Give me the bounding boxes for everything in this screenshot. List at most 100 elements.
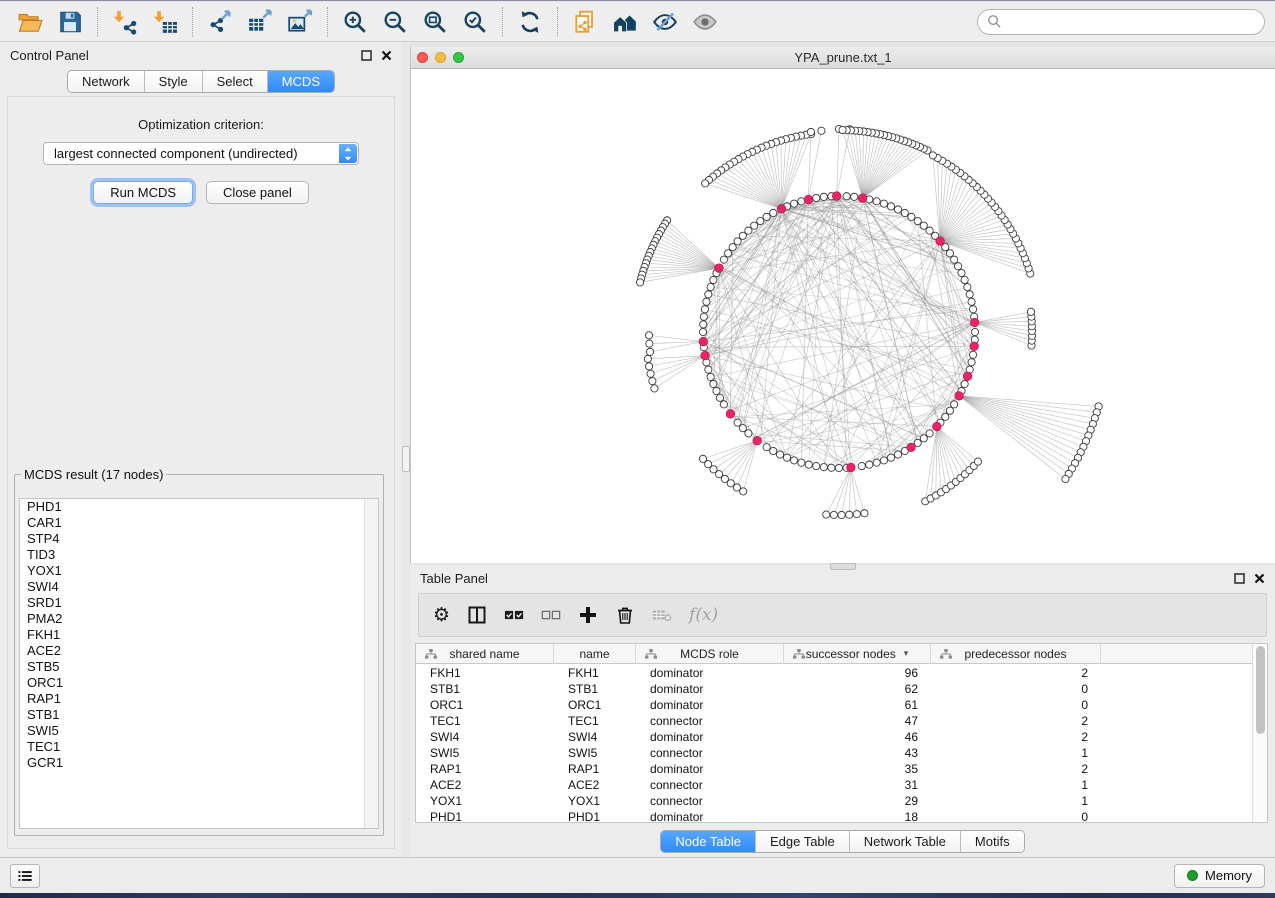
mcds-result-item[interactable]: RAP1 — [20, 691, 364, 707]
mcds-network-node[interactable] — [701, 351, 710, 360]
automation-panel-button[interactable] — [10, 864, 40, 888]
column-header-successor-nodes[interactable]: successor nodes▾ — [784, 644, 931, 664]
network-node[interactable] — [763, 444, 770, 451]
mcds-network-node[interactable] — [832, 192, 841, 201]
network-node[interactable] — [929, 152, 936, 159]
network-node[interactable] — [961, 276, 968, 283]
cell-mcds-role[interactable]: connector — [636, 777, 784, 793]
network-node[interactable] — [828, 464, 835, 471]
create-column-button[interactable] — [578, 605, 598, 625]
mcds-result-item[interactable]: CAR1 — [20, 515, 364, 531]
deselect-all-columns-button[interactable] — [541, 605, 561, 625]
network-node[interactable] — [646, 348, 653, 355]
mcds-network-node[interactable] — [847, 463, 856, 472]
network-node[interactable] — [645, 363, 652, 370]
mcds-result-item[interactable]: ORC1 — [20, 675, 364, 691]
column-header-shared-name[interactable]: shared name — [416, 644, 554, 664]
select-all-columns-button[interactable] — [504, 605, 524, 625]
window-close-button[interactable] — [417, 52, 428, 63]
network-node[interactable] — [823, 511, 830, 518]
export-image-button[interactable] — [280, 6, 320, 38]
cell-successor-nodes[interactable]: 29 — [784, 793, 931, 809]
network-node[interactable] — [805, 461, 812, 468]
network-node[interactable] — [887, 454, 894, 461]
cell-successor-nodes[interactable]: 43 — [784, 745, 931, 761]
tab-network-table[interactable]: Network Table — [850, 831, 961, 852]
cell-shared-name[interactable]: STB1 — [416, 681, 554, 697]
cell-predecessor-nodes[interactable]: 1 — [931, 793, 1101, 809]
network-node[interactable] — [813, 194, 820, 201]
network-node[interactable] — [813, 462, 820, 469]
tab-motifs[interactable]: Motifs — [961, 831, 1024, 852]
cell-mcds-role[interactable]: connector — [636, 745, 784, 761]
close-panel-icon[interactable] — [381, 50, 392, 61]
cell-successor-nodes[interactable]: 31 — [784, 777, 931, 793]
table-row[interactable]: STB1STB1dominator620 — [416, 681, 1252, 697]
network-node[interactable] — [651, 385, 658, 392]
cell-successor-nodes[interactable]: 62 — [784, 681, 931, 697]
network-node[interactable] — [846, 511, 853, 518]
mcds-result-item[interactable]: FKH1 — [20, 627, 364, 643]
table-row[interactable]: RAP1RAP1dominator352 — [416, 761, 1252, 777]
network-node[interactable] — [968, 359, 975, 366]
import-network-button[interactable] — [105, 6, 145, 38]
mcds-network-node[interactable] — [936, 237, 945, 246]
network-node[interactable] — [700, 321, 707, 328]
network-node[interactable] — [740, 488, 747, 495]
network-node[interactable] — [807, 128, 814, 135]
mcds-result-item[interactable]: PHD1 — [20, 499, 364, 515]
tab-select[interactable]: Select — [203, 71, 268, 92]
cell-mcds-role[interactable]: dominator — [636, 729, 784, 745]
window-zoom-button[interactable] — [453, 52, 464, 63]
cell-name[interactable]: ACE2 — [554, 777, 636, 793]
cell-shared-name[interactable]: YOX1 — [416, 793, 554, 809]
mcds-network-node[interactable] — [777, 204, 786, 213]
network-node[interactable] — [716, 394, 723, 401]
network-node[interactable] — [946, 250, 953, 257]
network-node[interactable] — [700, 313, 707, 320]
network-node[interactable] — [739, 232, 746, 239]
network-node[interactable] — [838, 511, 845, 518]
cell-name[interactable]: RAP1 — [554, 761, 636, 777]
cell-name[interactable]: ORC1 — [554, 697, 636, 713]
table-row[interactable]: ACE2ACE2connector311 — [416, 777, 1252, 793]
network-node[interactable] — [964, 283, 971, 290]
network-node[interactable] — [701, 306, 708, 313]
table-row[interactable]: FKH1FKH1dominator962 — [416, 665, 1252, 681]
network-node[interactable] — [649, 378, 656, 385]
cell-predecessor-nodes[interactable]: 0 — [931, 809, 1101, 823]
cell-shared-name[interactable]: SWI4 — [416, 729, 554, 745]
cell-name[interactable]: SWI4 — [554, 729, 636, 745]
network-node[interactable] — [790, 457, 797, 464]
mcds-network-node[interactable] — [858, 194, 867, 203]
cell-predecessor-nodes[interactable]: 2 — [931, 761, 1101, 777]
mcds-network-node[interactable] — [970, 342, 979, 351]
mcds-network-node[interactable] — [715, 264, 724, 273]
network-node[interactable] — [914, 217, 921, 224]
mcds-result-item[interactable]: TID3 — [20, 547, 364, 563]
apply-layout-button[interactable] — [510, 6, 550, 38]
tab-style[interactable]: Style — [145, 71, 203, 92]
network-node[interactable] — [866, 461, 873, 468]
search-input[interactable] — [1008, 13, 1255, 30]
float-panel-icon[interactable] — [361, 50, 372, 61]
network-node[interactable] — [705, 291, 712, 298]
cell-mcds-role[interactable]: dominator — [636, 761, 784, 777]
network-node[interactable] — [734, 419, 741, 426]
cell-shared-name[interactable]: ACE2 — [416, 777, 554, 793]
network-node[interactable] — [954, 263, 961, 270]
table-row[interactable]: SWI5SWI5connector431 — [416, 745, 1252, 761]
cell-predecessor-nodes[interactable]: 0 — [931, 697, 1101, 713]
network-node[interactable] — [818, 127, 825, 134]
network-node[interactable] — [707, 373, 714, 380]
mcds-network-node[interactable] — [726, 410, 735, 419]
network-node[interactable] — [751, 222, 758, 229]
mcds-result-item[interactable]: STB5 — [20, 659, 364, 675]
cell-name[interactable]: SWI5 — [554, 745, 636, 761]
table-row[interactable]: SWI4SWI4dominator462 — [416, 729, 1252, 745]
cell-predecessor-nodes[interactable]: 1 — [931, 777, 1101, 793]
delete-column-button[interactable] — [615, 605, 635, 625]
network-node[interactable] — [961, 380, 968, 387]
network-node[interactable] — [707, 283, 714, 290]
mcds-result-list[interactable]: PHD1CAR1STP4TID3YOX1SWI4SRD1PMA2FKH1ACE2… — [20, 499, 364, 828]
